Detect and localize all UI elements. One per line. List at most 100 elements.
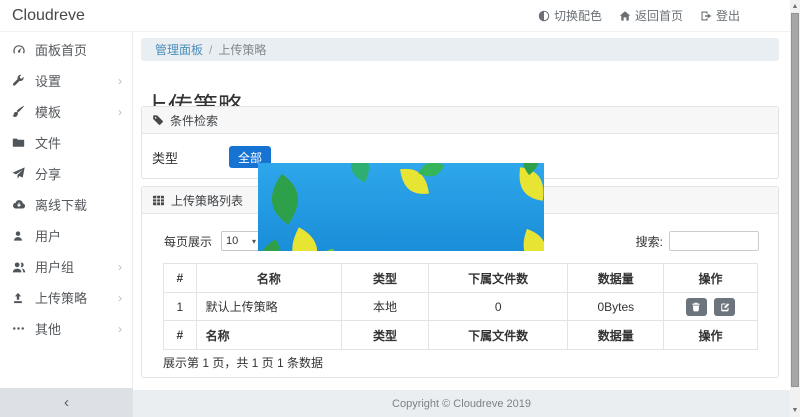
chevron-left-icon: ‹: [64, 394, 69, 411]
cloud-download-icon: [12, 198, 27, 212]
chevron-right-icon: ›: [118, 75, 122, 87]
sidebar-item-offline-download[interactable]: 离线下载: [0, 189, 132, 220]
overlay-image: [258, 163, 544, 251]
sidebar-item-label: 其他: [35, 319, 61, 338]
sidebar-item-templates[interactable]: 模板 ›: [0, 96, 132, 127]
col-file-count[interactable]: 下属文件数: [428, 264, 568, 293]
col-name[interactable]: 名称: [196, 264, 342, 293]
edit-icon: [720, 302, 730, 312]
sidebar-collapse-button[interactable]: ‹: [0, 388, 133, 417]
sidebar-item-shares[interactable]: 分享: [0, 158, 132, 189]
theme-toggle-label: 切换配色: [554, 7, 602, 24]
adjust-icon: [538, 10, 550, 22]
policy-list-card-title: 上传策略列表: [171, 192, 243, 209]
sidebar-item-label: 离线下载: [35, 195, 87, 214]
sidebar-item-files[interactable]: 文件: [0, 127, 132, 158]
scrollbar-down-arrow[interactable]: ▼: [790, 404, 800, 417]
table-header-row: # 名称 类型 下属文件数 数据量 操作: [164, 264, 758, 293]
theme-toggle-link[interactable]: 切换配色: [538, 7, 602, 24]
search-input[interactable]: [669, 231, 759, 251]
user-icon: [12, 230, 27, 242]
sidebar-item-label: 模板: [35, 102, 61, 121]
foot-col-name: 名称: [196, 321, 342, 350]
cell-file-count: 0: [428, 293, 568, 321]
ellipsis-icon: [12, 322, 27, 335]
per-page-value: 10: [226, 235, 238, 247]
caret-down-icon: ▾: [252, 237, 256, 246]
cell-index: 1: [164, 293, 197, 321]
sidebar-item-label: 用户组: [35, 257, 74, 276]
chevron-right-icon: ›: [118, 292, 122, 304]
brush-icon: [12, 105, 27, 118]
foot-col-index: #: [164, 321, 197, 350]
back-home-label: 返回首页: [635, 7, 683, 24]
filter-card-header: 条件检索: [142, 107, 778, 134]
cell-actions: [664, 293, 758, 321]
col-type[interactable]: 类型: [342, 264, 429, 293]
breadcrumb: 管理面板 / 上传策略: [141, 38, 779, 61]
per-page-select[interactable]: 10 ▾: [221, 231, 261, 251]
scrollbar-thumb[interactable]: [791, 13, 799, 387]
app-logo[interactable]: Cloudreve: [12, 7, 85, 25]
search-control: 搜索:: [636, 231, 759, 251]
folder-icon: [12, 136, 27, 149]
sidebar-item-others[interactable]: 其他 ›: [0, 313, 132, 344]
type-filter-label: 类型: [152, 148, 229, 167]
scrollbar-up-arrow[interactable]: ▲: [790, 0, 800, 13]
foot-col-actions: 操作: [664, 321, 758, 350]
per-page-control: 每页展示 10 ▾: [164, 231, 261, 251]
users-icon: [12, 260, 27, 274]
breadcrumb-current: 上传策略: [218, 41, 266, 58]
wrench-icon: [12, 74, 27, 87]
sidebar-item-label: 上传策略: [35, 288, 87, 307]
foot-col-file-count: 下属文件数: [428, 321, 568, 350]
delete-policy-button[interactable]: [686, 298, 707, 316]
sign-out-icon: [700, 10, 712, 22]
sidebar-item-label: 分享: [35, 164, 61, 183]
sidebar-item-groups[interactable]: 用户组 ›: [0, 251, 132, 282]
policy-table: # 名称 类型 下属文件数 数据量 操作 1 默认上传策略 本地 0 0Byte…: [163, 263, 758, 350]
back-home-link[interactable]: 返回首页: [619, 7, 683, 24]
sidebar-item-dashboard[interactable]: 面板首页: [0, 34, 132, 65]
cell-data-size: 0Bytes: [568, 293, 664, 321]
filter-card-title: 条件检索: [170, 112, 218, 129]
sidebar: 面板首页 设置 › 模板 › 文件 分享 离线下载 用户 用户组 › 上传策略 …: [0, 32, 133, 388]
table-icon: [152, 194, 165, 207]
tachometer-icon: [12, 43, 27, 57]
sidebar-item-settings[interactable]: 设置 ›: [0, 65, 132, 96]
top-header: Cloudreve 切换配色 返回首页 登出: [0, 0, 790, 32]
breadcrumb-parent-link[interactable]: 管理面板: [155, 41, 203, 58]
breadcrumb-separator: /: [209, 43, 212, 57]
cell-type: 本地: [342, 293, 429, 321]
edit-policy-button[interactable]: [714, 298, 735, 316]
sidebar-item-label: 设置: [35, 71, 61, 90]
logout-label: 登出: [716, 7, 740, 24]
upload-icon: [12, 292, 27, 304]
table-footer-row: # 名称 类型 下属文件数 数据量 操作: [164, 321, 758, 350]
paper-plane-icon: [12, 167, 27, 180]
cell-name: 默认上传策略: [196, 293, 342, 321]
col-index[interactable]: #: [164, 264, 197, 293]
col-data-size[interactable]: 数据量: [568, 264, 664, 293]
scrollbar[interactable]: ▲ ▼: [790, 0, 800, 417]
chevron-right-icon: ›: [118, 323, 122, 335]
chevron-right-icon: ›: [118, 106, 122, 118]
sidebar-item-label: 用户: [35, 226, 61, 245]
chevron-right-icon: ›: [118, 261, 122, 273]
pagination-info: 展示第 1 页，共 1 页 1 条数据: [163, 354, 323, 371]
foot-col-data-size: 数据量: [568, 321, 664, 350]
table-row: 1 默认上传策略 本地 0 0Bytes: [164, 293, 758, 321]
logout-link[interactable]: 登出: [700, 7, 740, 24]
page-footer: Copyright © Cloudreve 2019: [133, 390, 790, 417]
tags-icon: [152, 114, 164, 126]
sidebar-item-users[interactable]: 用户: [0, 220, 132, 251]
foot-col-type: 类型: [342, 321, 429, 350]
sidebar-item-upload-policies[interactable]: 上传策略 ›: [0, 282, 132, 313]
search-label: 搜索:: [636, 233, 663, 250]
home-icon: [619, 10, 631, 22]
top-links: 切换配色 返回首页 登出: [538, 7, 740, 24]
sidebar-item-label: 面板首页: [35, 40, 87, 59]
col-actions[interactable]: 操作: [664, 264, 758, 293]
trash-icon: [691, 302, 701, 312]
copyright-text: Copyright © Cloudreve 2019: [392, 398, 531, 410]
